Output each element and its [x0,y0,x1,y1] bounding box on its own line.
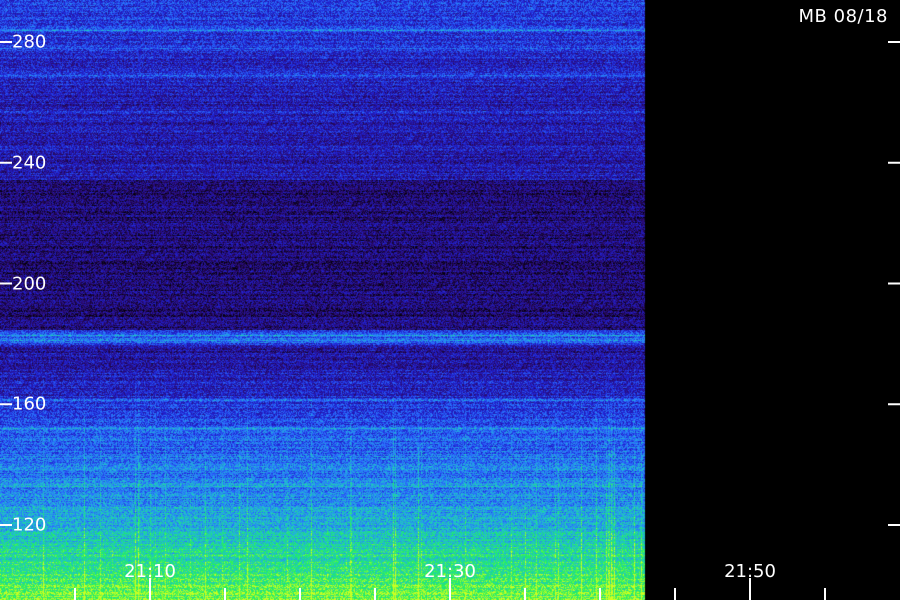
tick-marks [0,41,900,600]
y-tick-label-280: 280 [12,31,47,53]
spectrogram-chart: MB 08/18 120 160 200 240 280 21:10 21:30 21:50 [0,0,900,600]
y-tick-label-120: 120 [12,514,47,536]
chart-title: MB 08/18 [798,6,888,27]
x-tick-label-2130: 21:30 [424,561,476,582]
y-tick-label-240: 240 [12,152,47,174]
x-tick-label-2150: 21:50 [724,561,776,582]
x-tick-label-2110: 21:10 [124,561,176,582]
y-tick-label-160: 160 [12,393,47,415]
y-tick-label-200: 200 [12,273,47,294]
